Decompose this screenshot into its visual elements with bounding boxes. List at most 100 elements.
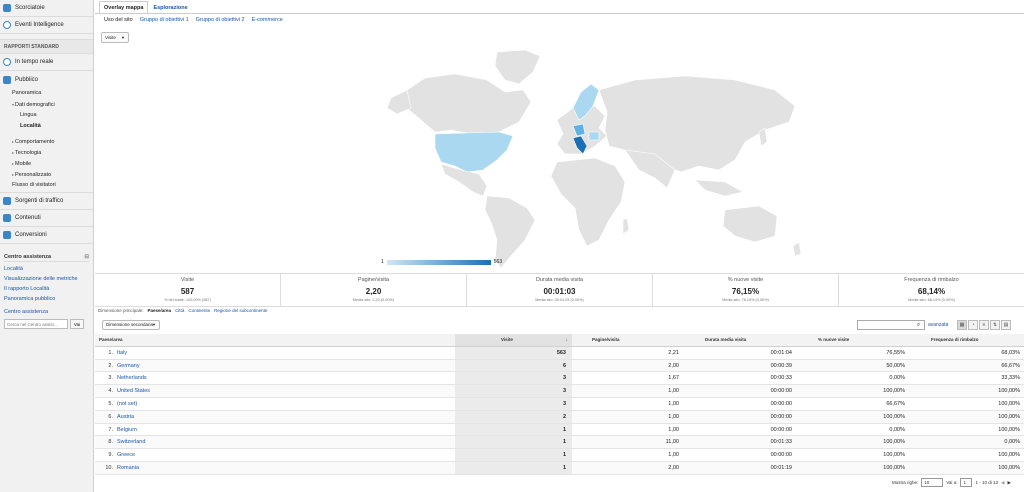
- help-link-location-report[interactable]: Il rapporto Località: [4, 284, 89, 294]
- country-link[interactable]: Greece: [117, 452, 135, 458]
- pie-view-icon[interactable]: ◔: [968, 320, 978, 330]
- tab-explorer[interactable]: Esplorazione: [148, 1, 192, 13]
- scorecard-value: 587: [180, 287, 195, 296]
- subtab-ecommerce[interactable]: E-commerce: [252, 17, 283, 23]
- map-region-new-zealand[interactable]: [792, 241, 802, 257]
- map-region-australia[interactable]: [722, 205, 778, 243]
- cell-pages-per-visit: 2,00: [668, 362, 679, 369]
- sidebar-item-audience[interactable]: Pubblico: [0, 71, 93, 88]
- sidebar-item-language[interactable]: Lingua: [0, 110, 93, 121]
- sidebar-item-mobile[interactable]: ▸Mobile: [0, 158, 93, 169]
- col-header-visits-label: Visite: [501, 337, 513, 342]
- next-page-icon[interactable]: ▶: [1007, 480, 1010, 486]
- col-header-new-visits[interactable]: % nuove visite: [798, 334, 911, 346]
- rows-per-page-select[interactable]: 10: [921, 478, 944, 487]
- help-center-panel: Centro assistenza ⊟ Località Visualizzaz…: [0, 250, 93, 331]
- country-link[interactable]: Netherlands: [117, 375, 147, 381]
- sidebar-item-demographics[interactable]: ▾Dati demografici: [0, 99, 93, 110]
- collapse-icon[interactable]: ⊟: [84, 252, 89, 261]
- sidebar-item-label: Comportamento: [15, 139, 55, 145]
- help-link-metrics[interactable]: Visualizzazione delle metriche: [4, 274, 89, 284]
- row-index: 3.: [108, 375, 113, 382]
- help-center-link[interactable]: Centro assistenza: [4, 307, 89, 317]
- country-link[interactable]: Romania: [117, 465, 139, 471]
- sidebar-item-intelligence[interactable]: Eventi Intelligence: [0, 17, 93, 34]
- cell-visits: 6: [455, 359, 572, 372]
- col-header-bounce-rate[interactable]: Frequenza di rimbalzo: [911, 334, 1024, 346]
- visits-value: 3: [562, 388, 566, 395]
- sidebar-item-realtime[interactable]: In tempo reale: [0, 54, 93, 71]
- map-region-south-america[interactable]: [484, 195, 536, 269]
- country-link[interactable]: Italy: [117, 350, 127, 356]
- dimension-city[interactable]: Città: [175, 308, 184, 313]
- cell-avg-duration: 00:00:39: [770, 362, 792, 369]
- sidebar-item-custom[interactable]: ▸Personalizzato: [0, 169, 93, 180]
- advanced-filter-link[interactable]: avanzata: [928, 322, 948, 328]
- sidebar-item-technology[interactable]: ▸Tecnologia: [0, 147, 93, 158]
- country-link[interactable]: (not set): [117, 401, 137, 407]
- help-search-button[interactable]: Vai: [70, 319, 84, 329]
- secondary-dimension-select[interactable]: Dimensione secondaria ▼: [102, 320, 160, 330]
- secondary-dimension-label: Dimensione secondaria: [106, 322, 154, 327]
- world-map[interactable]: [95, 50, 1024, 272]
- sidebar-item-label: Tecnologia: [15, 150, 42, 156]
- map-region-africa[interactable]: [550, 157, 626, 247]
- sidebar-item-traffic-sources[interactable]: Sorgenti di traffico: [0, 193, 93, 210]
- conversions-icon: [3, 231, 11, 239]
- sidebar-item-content[interactable]: Contenuti: [0, 210, 93, 227]
- help-link-audience-overview[interactable]: Panoramica pubblico: [4, 294, 89, 304]
- dimension-subcontinent[interactable]: Regione del subcontinente: [214, 308, 267, 313]
- scorecard-value: 68,14%: [917, 287, 946, 296]
- map-region-se-asia[interactable]: [694, 179, 744, 197]
- country-link[interactable]: United States: [117, 388, 150, 394]
- cell-new-visits: 100,00%: [883, 464, 905, 471]
- sidebar-item-visitors-flow[interactable]: Flusso di visitatori: [0, 180, 93, 193]
- sidebar-item-label: Personalizzato: [15, 172, 52, 178]
- comparison-view-icon[interactable]: ⇅: [990, 320, 1000, 330]
- subtab-site-usage[interactable]: Uso del sito: [104, 17, 133, 23]
- cell-visits: 1: [455, 461, 572, 474]
- subtab-goal-set-2[interactable]: Gruppo di obiettivi 2: [196, 17, 245, 23]
- map-region-greenland[interactable]: [494, 50, 541, 85]
- country-link[interactable]: Austria: [117, 414, 134, 420]
- dimension-continent[interactable]: Continente: [188, 308, 210, 313]
- map-region-romania[interactable]: [588, 131, 600, 141]
- performance-view-icon[interactable]: ≡: [979, 320, 989, 330]
- col-header-country[interactable]: Paese/area: [95, 334, 455, 346]
- country-link[interactable]: Belgium: [117, 427, 137, 433]
- col-header-pages-per-visit[interactable]: Pagine/visita: [572, 334, 685, 346]
- country-link[interactable]: Switzerland: [117, 439, 145, 445]
- search-icon[interactable]: ⌕: [913, 321, 924, 329]
- cell-visits: 3: [455, 397, 572, 410]
- map-region-alaska[interactable]: [386, 89, 412, 115]
- dimension-country[interactable]: Paese/area: [148, 308, 172, 313]
- map-metric-select[interactable]: Visite ▼: [101, 32, 129, 43]
- cell-bounce-rate: 100,00%: [998, 388, 1020, 395]
- scorecard-sub: Media sito: 2,20 (0,00%): [352, 298, 395, 302]
- sidebar-item-location[interactable]: Località: [0, 121, 93, 132]
- table-row: 6. Austria 2 1,00 00:00:00 100,00% 100,00%: [95, 410, 1024, 424]
- map-region-canada[interactable]: [406, 73, 532, 135]
- prev-page-icon[interactable]: ◀: [1001, 480, 1004, 486]
- subtab-goal-set-1[interactable]: Gruppo di obiettivi 1: [140, 17, 189, 23]
- table-view-icon[interactable]: ▦: [957, 320, 967, 330]
- pivot-view-icon[interactable]: ▤: [1001, 320, 1011, 330]
- sidebar-item-shortcuts[interactable]: Scorciatoie: [0, 0, 93, 17]
- col-header-visits[interactable]: Visite ↓: [455, 334, 572, 346]
- col-header-avg-duration[interactable]: Durata media visita: [685, 334, 798, 346]
- goto-input[interactable]: 1: [960, 478, 973, 487]
- help-search-input[interactable]: [4, 319, 68, 329]
- scorecard-visits: Visite 587 % del totale: 100,00% (587): [95, 274, 281, 306]
- sidebar-item-overview[interactable]: Panoramica: [0, 88, 93, 99]
- country-link[interactable]: Germany: [117, 363, 140, 369]
- sidebar-item-label: In tempo reale: [15, 59, 54, 65]
- sidebar-item-conversions[interactable]: Conversioni: [0, 227, 93, 244]
- cell-pages-per-visit: 1,00: [668, 400, 679, 407]
- map-region-asia[interactable]: [598, 75, 796, 173]
- map-region-madagascar[interactable]: [622, 217, 630, 235]
- sidebar-item-label: Mobile: [15, 161, 32, 167]
- sidebar-item-behavior[interactable]: ▸Comportamento: [0, 136, 93, 147]
- tab-map-overlay[interactable]: Overlay mappa: [99, 1, 149, 13]
- cell-avg-duration: 00:00:33: [770, 375, 792, 382]
- help-link-location[interactable]: Località: [4, 264, 89, 274]
